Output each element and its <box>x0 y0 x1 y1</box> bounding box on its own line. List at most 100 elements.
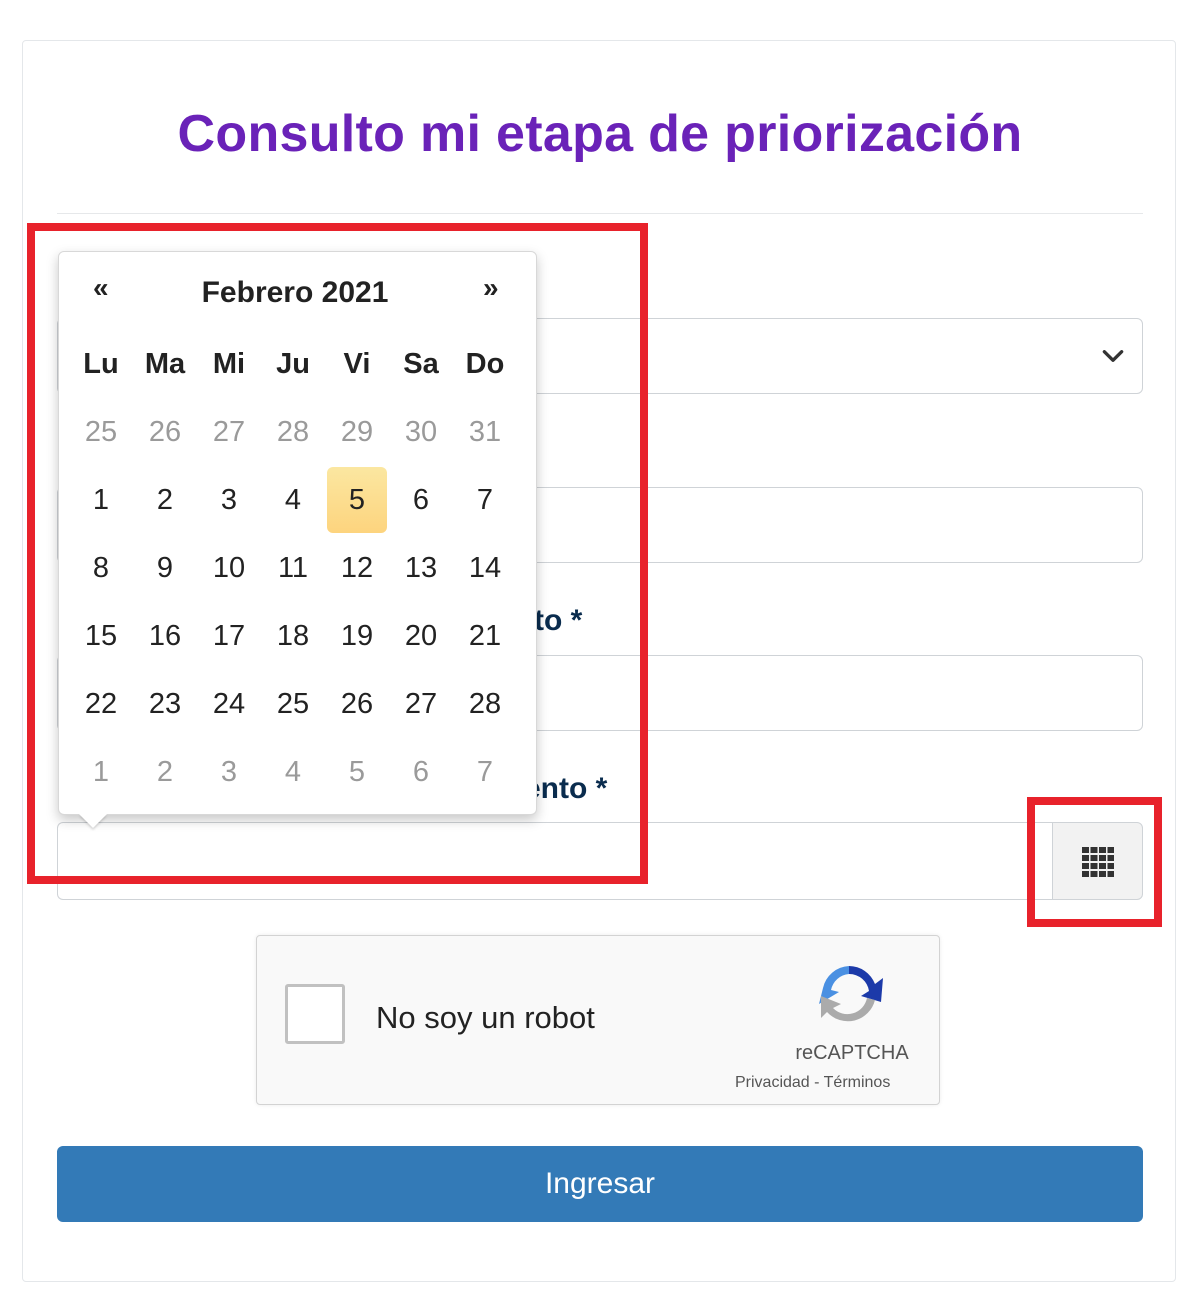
calendar-day-outside-month[interactable]: 3 <box>197 738 261 806</box>
page-title: Consulto mi etapa de priorización <box>177 105 1023 163</box>
day-number: 10 <box>212 551 246 584</box>
day-number: 7 <box>476 755 494 788</box>
calendar-day-outside-month[interactable]: 2 <box>133 738 197 806</box>
day-number: 24 <box>212 687 246 720</box>
calendar-day[interactable]: 23 <box>133 670 197 738</box>
recaptcha-link-separator: - <box>809 1074 824 1091</box>
calendar-day[interactable]: 19 <box>325 602 389 670</box>
recaptcha-label: No soy un robot <box>376 1000 595 1035</box>
calendar-day[interactable]: 7 <box>453 466 517 534</box>
day-number: 15 <box>84 619 118 652</box>
calendar-day-outside-month[interactable]: 6 <box>389 738 453 806</box>
day-number: 12 <box>340 551 374 584</box>
field-label: to * <box>534 604 583 637</box>
day-number: 1 <box>92 755 110 788</box>
recaptcha-widget: No soy un robot reCAPTCHA Privacidad - T… <box>256 935 940 1105</box>
day-number: 7 <box>476 483 494 516</box>
day-number: 17 <box>212 619 246 652</box>
day-number: 25 <box>276 687 310 720</box>
calendar-day[interactable]: 22 <box>69 670 133 738</box>
calendar-day[interactable]: 6 <box>389 466 453 534</box>
calendar-week-row: 8 9 10 11 12 13 14 <box>69 534 517 602</box>
calendar-day[interactable]: 21 <box>453 602 517 670</box>
day-number: 3 <box>220 483 238 516</box>
day-number: 9 <box>156 551 174 584</box>
day-number: 25 <box>84 415 118 448</box>
day-number: 20 <box>404 619 438 652</box>
calendar-day[interactable]: 15 <box>69 602 133 670</box>
calendar-day-outside-month[interactable]: 29 <box>325 398 389 466</box>
day-number: 18 <box>276 619 310 652</box>
calendar-day[interactable]: 8 <box>69 534 133 602</box>
day-number: 28 <box>468 687 502 720</box>
datepicker-grid: Lu Ma Mi Ju Vi Sa Do 25 26 27 28 29 30 31 1 2 3 4 5 6 7 8 9 10… <box>69 330 517 806</box>
chevron-down-icon <box>1102 350 1124 362</box>
calendar-day[interactable]: 4 <box>261 466 325 534</box>
day-number: 30 <box>404 415 438 448</box>
day-number: 22 <box>84 687 118 720</box>
calendar-day[interactable]: 2 <box>133 466 197 534</box>
recaptcha-terms-link[interactable]: Términos <box>824 1074 891 1091</box>
grid-icon <box>1082 847 1114 877</box>
calendar-day[interactable]: 17 <box>197 602 261 670</box>
calendar-day-outside-month[interactable]: 5 <box>325 738 389 806</box>
day-number: 8 <box>92 551 110 584</box>
day-number: 4 <box>284 483 302 516</box>
calendar-day-outside-month[interactable]: 4 <box>261 738 325 806</box>
day-number: 6 <box>412 483 430 516</box>
calendar-day-today[interactable]: 5 <box>325 466 389 534</box>
calendar-day[interactable]: 20 <box>389 602 453 670</box>
calendar-day[interactable]: 26 <box>325 670 389 738</box>
calendar-day-outside-month[interactable]: 30 <box>389 398 453 466</box>
calendar-day-outside-month[interactable]: 1 <box>69 738 133 806</box>
calendar-day[interactable]: 25 <box>261 670 325 738</box>
calendar-week-row: 1 2 3 4 5 6 7 <box>69 738 517 806</box>
weekday-header: Mi <box>212 347 246 380</box>
recaptcha-privacy-link[interactable]: Privacidad <box>735 1074 810 1091</box>
day-number: 23 <box>148 687 182 720</box>
day-number: 5 <box>348 755 366 788</box>
datepicker-month-title[interactable]: Febrero 2021 <box>59 276 531 310</box>
recaptcha-checkbox[interactable] <box>285 984 345 1044</box>
calendar-day[interactable]: 14 <box>453 534 517 602</box>
calendar-day[interactable]: 27 <box>389 670 453 738</box>
calendar-day[interactable]: 16 <box>133 602 197 670</box>
day-number: 1 <box>92 483 110 516</box>
datepicker-caret <box>79 814 107 828</box>
day-number: 16 <box>148 619 182 652</box>
calendar-day-outside-month[interactable]: 25 <box>69 398 133 466</box>
calendar-day[interactable]: 3 <box>197 466 261 534</box>
calendar-day-outside-month[interactable]: 7 <box>453 738 517 806</box>
calendar-day-outside-month[interactable]: 31 <box>453 398 517 466</box>
weekday-header: Ma <box>144 347 186 380</box>
calendar-day[interactable]: 1 <box>69 466 133 534</box>
day-number: 26 <box>148 415 182 448</box>
day-number: 11 <box>277 551 309 584</box>
datepicker-popup: « » Febrero 2021 Lu Ma Mi Ju Vi Sa Do 25 26 27 28… <box>58 251 537 828</box>
calendar-day-outside-month[interactable]: 28 <box>261 398 325 466</box>
submit-button[interactable]: Ingresar <box>57 1146 1143 1222</box>
day-number: 2 <box>156 483 174 516</box>
day-number: 6 <box>412 755 430 788</box>
calendar-day-outside-month[interactable]: 26 <box>133 398 197 466</box>
day-number: 14 <box>468 551 502 584</box>
calendar-day-outside-month[interactable]: 27 <box>197 398 261 466</box>
weekday-header: Do <box>465 347 505 380</box>
date-input[interactable] <box>57 822 1057 900</box>
calendar-day[interactable]: 13 <box>389 534 453 602</box>
calendar-button[interactable] <box>1052 822 1143 900</box>
calendar-day[interactable]: 18 <box>261 602 325 670</box>
day-number: 31 <box>468 415 502 448</box>
day-number: 3 <box>220 755 238 788</box>
calendar-day[interactable]: 11 <box>261 534 325 602</box>
calendar-day[interactable]: 24 <box>197 670 261 738</box>
calendar-week-row: 25 26 27 28 29 30 31 <box>69 398 517 466</box>
day-number: 26 <box>340 687 374 720</box>
day-number: 5 <box>327 467 387 533</box>
calendar-day[interactable]: 28 <box>453 670 517 738</box>
calendar-day[interactable]: 10 <box>197 534 261 602</box>
recaptcha-brand: reCAPTCHA <box>795 1042 909 1064</box>
calendar-day[interactable]: 9 <box>133 534 197 602</box>
calendar-week-row: 22 23 24 25 26 27 28 <box>69 670 517 738</box>
calendar-day[interactable]: 12 <box>325 534 389 602</box>
